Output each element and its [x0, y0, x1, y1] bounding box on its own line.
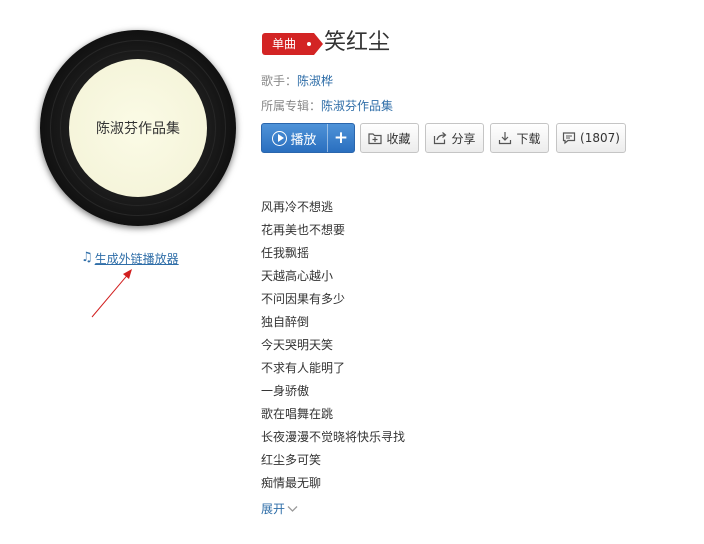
expand-lyrics-button[interactable]: 展开 — [261, 500, 298, 517]
single-badge-label: 单曲 — [272, 37, 297, 51]
lyric-line: 风再冷不想逃 — [261, 200, 334, 214]
album-link[interactable]: 陈淑芬作品集 — [321, 99, 393, 113]
play-icon — [272, 130, 288, 146]
chevron-down-icon — [287, 505, 298, 512]
lyric-line: 今天哭明天笑 — [261, 338, 334, 352]
lyric-line: 不求有人能明了 — [261, 361, 346, 375]
record-label: 陈淑芬作品集 — [69, 59, 207, 197]
lyric-line: 不问因果有多少 — [261, 292, 346, 306]
lyric-line: 独自醉倒 — [261, 315, 310, 329]
song-title: 笑红尘 — [324, 30, 391, 55]
lyric-line: 一身骄傲 — [261, 384, 310, 398]
share-button[interactable]: 分享 — [425, 123, 484, 153]
singer-row: 歌手：陈淑桦 — [261, 73, 333, 89]
download-label: 下载 — [516, 131, 541, 146]
share-icon — [434, 132, 447, 145]
lyric-line: 花再美也不想要 — [261, 223, 346, 237]
download-icon — [499, 132, 512, 145]
comments-count: (1807) — [580, 131, 620, 145]
album-cover-title: 陈淑芬作品集 — [96, 121, 180, 137]
album-row: 所属专辑：陈淑芬作品集 — [261, 98, 393, 114]
play-button-group: 播放 + — [261, 123, 355, 153]
badge-dot-icon — [307, 42, 311, 46]
expand-label: 展开 — [261, 502, 286, 516]
annotation-arrow-icon — [91, 269, 132, 318]
add-to-playlist-button[interactable]: + — [328, 124, 354, 152]
singer-link[interactable]: 陈淑桦 — [297, 74, 333, 88]
play-label: 播放 — [290, 132, 317, 148]
lyric-line: 任我飘摇 — [261, 246, 310, 260]
lyrics-block: 风再冷不想逃 花再美也不想要 任我飘摇 天越高心越小 不问因果有多少 独自醉倒 … — [261, 196, 405, 495]
lyric-line: 痴情最无聊 — [261, 476, 322, 490]
singer-key: 歌手： — [261, 74, 298, 88]
share-label: 分享 — [451, 131, 476, 146]
folder-plus-icon — [368, 133, 383, 145]
add-label: + — [333, 128, 349, 148]
comment-icon — [562, 132, 576, 145]
comments-button[interactable]: (1807) — [556, 123, 626, 153]
single-badge: 单曲 — [262, 33, 323, 55]
download-button[interactable]: 下载 — [490, 123, 549, 153]
album-cover-record: 陈淑芬作品集 — [40, 30, 236, 226]
lyric-line: 红尘多可笑 — [261, 453, 322, 467]
lyric-line: 天越高心越小 — [261, 269, 334, 283]
collect-button[interactable]: 收藏 — [360, 123, 419, 153]
lyric-line: 歌在唱舞在跳 — [261, 407, 334, 421]
album-key: 所属专辑： — [261, 99, 322, 113]
lyric-line: 长夜漫漫不觉晓将快乐寻找 — [261, 430, 406, 444]
collect-label: 收藏 — [386, 131, 411, 146]
play-button[interactable]: 播放 — [262, 124, 327, 152]
